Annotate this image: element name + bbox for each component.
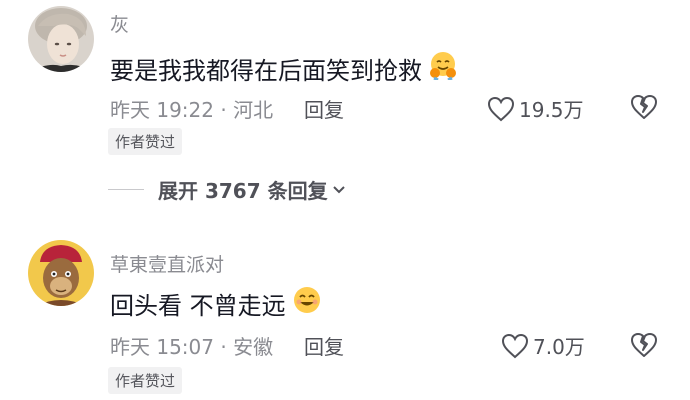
- like-count: 7.0万: [533, 335, 585, 359]
- like-button[interactable]: 19.5万: [487, 94, 584, 123]
- reply-button[interactable]: 回复: [304, 94, 344, 123]
- location: 安徽: [233, 335, 274, 359]
- expand-replies-label: 展开 3767 条回复: [158, 179, 328, 203]
- location: 河北: [233, 98, 274, 122]
- broken-heart-icon: [631, 95, 657, 119]
- username[interactable]: 灰: [110, 10, 129, 37]
- hugging-face-emoji: [428, 50, 458, 86]
- comment-item: 灰 要是我我都得在后面笑到抢救 昨天 19:22 · 河北 回复 19.5万 作…: [0, 0, 690, 215]
- heart-icon: [501, 333, 529, 358]
- broken-heart-icon: [631, 333, 657, 357]
- heart-icon: [487, 96, 515, 121]
- username[interactable]: 草東壹直派对: [110, 250, 224, 277]
- comment-meta: 昨天 19:22 · 河北: [110, 98, 274, 122]
- comment-text: 回头看 不曾走远: [110, 285, 322, 321]
- divider: [108, 189, 144, 190]
- timestamp: 昨天 19:22: [110, 98, 214, 122]
- avatar[interactable]: [28, 6, 94, 72]
- author-liked-badge: 作者赞过: [108, 128, 183, 155]
- comment-meta: 昨天 15:07 · 安徽: [110, 335, 274, 359]
- comment-text: 要是我我都得在后面笑到抢救: [110, 50, 458, 86]
- timestamp: 昨天 15:07: [110, 335, 214, 359]
- comment-item: 草東壹直派对 回头看 不曾走远 昨天 15:07 · 安徽 回复 7.0万 作者…: [0, 230, 690, 400]
- author-liked-badge: 作者赞过: [108, 367, 183, 394]
- reply-button[interactable]: 回复: [304, 331, 344, 360]
- smiling-face-emoji: [292, 285, 322, 321]
- expand-replies-button[interactable]: 展开 3767 条回复: [108, 175, 346, 204]
- like-count: 19.5万: [519, 98, 584, 122]
- dislike-button[interactable]: [630, 332, 658, 362]
- avatar[interactable]: [28, 240, 94, 306]
- dislike-button[interactable]: [630, 94, 658, 124]
- like-button[interactable]: 7.0万: [501, 331, 585, 360]
- chevron-down-icon: [332, 185, 345, 193]
